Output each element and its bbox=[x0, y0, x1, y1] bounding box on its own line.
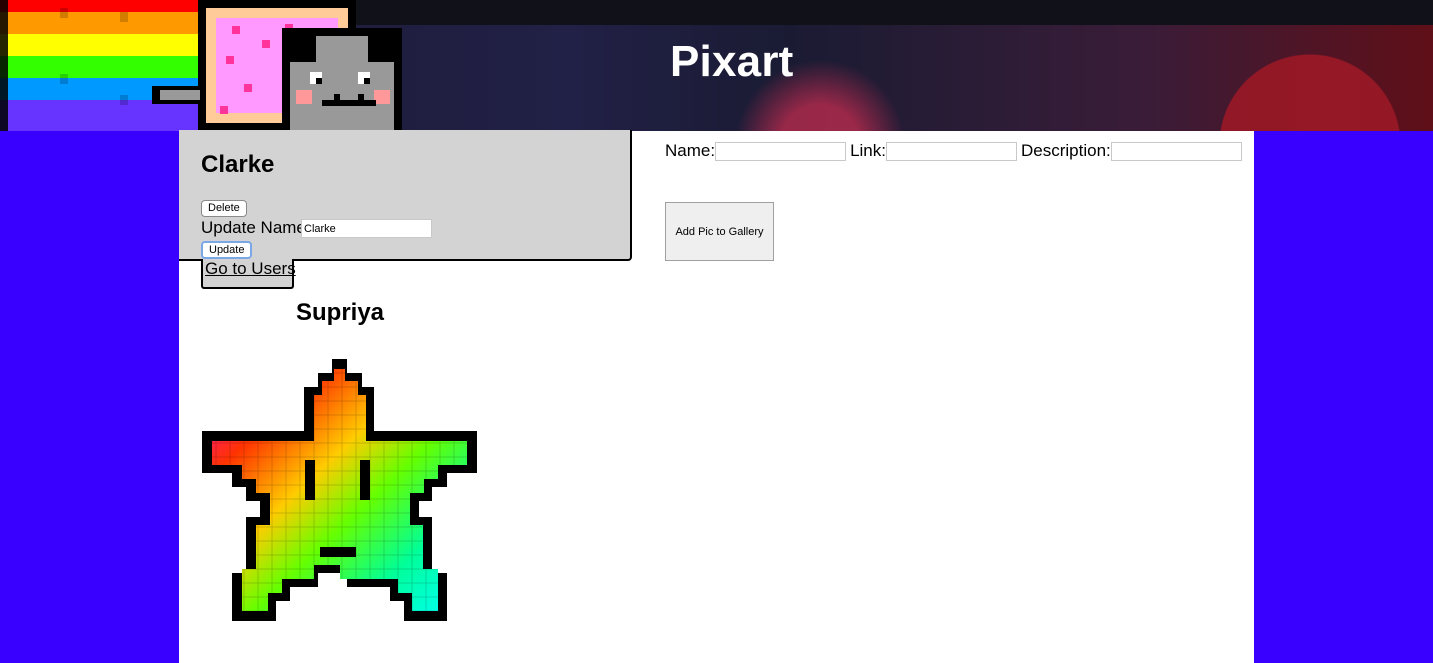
go-to-users-tab[interactable]: Go to Users bbox=[201, 259, 296, 289]
update-button[interactable]: Update bbox=[201, 241, 253, 259]
link-label: Link: bbox=[850, 141, 886, 160]
name-label: Name: bbox=[665, 141, 716, 160]
name-input[interactable] bbox=[715, 141, 847, 161]
description-label: Description: bbox=[1021, 141, 1111, 160]
link-input[interactable] bbox=[886, 141, 1017, 161]
add-pic-to-gallery-button[interactable]: Add Pic to Gallery bbox=[665, 202, 774, 261]
site-title: Pixart bbox=[670, 37, 794, 86]
update-name-label: Update Name bbox=[201, 218, 306, 237]
main-content: Clarke Delete Update Name Update Go to U… bbox=[179, 130, 1254, 663]
add-pic-form: Name: Link: Description: bbox=[665, 141, 1246, 161]
go-to-users-link[interactable]: Go to Users bbox=[205, 259, 296, 279]
delete-button[interactable]: Delete bbox=[201, 200, 247, 217]
site-header: Pixart bbox=[0, 0, 1433, 131]
rainbow-trail bbox=[0, 0, 198, 131]
cat-head bbox=[282, 28, 402, 131]
gallery-artist-name: Supriya bbox=[296, 299, 385, 326]
update-name-input[interactable] bbox=[301, 219, 432, 238]
user-card: Clarke Delete Update Name Update Go to U… bbox=[179, 130, 632, 289]
rainbow-pixel-star-image bbox=[202, 359, 477, 621]
description-input[interactable] bbox=[1110, 141, 1242, 161]
nyan-cat-logo bbox=[0, 0, 402, 131]
cat-tail bbox=[152, 86, 204, 104]
user-name-heading: Clarke bbox=[201, 151, 275, 178]
